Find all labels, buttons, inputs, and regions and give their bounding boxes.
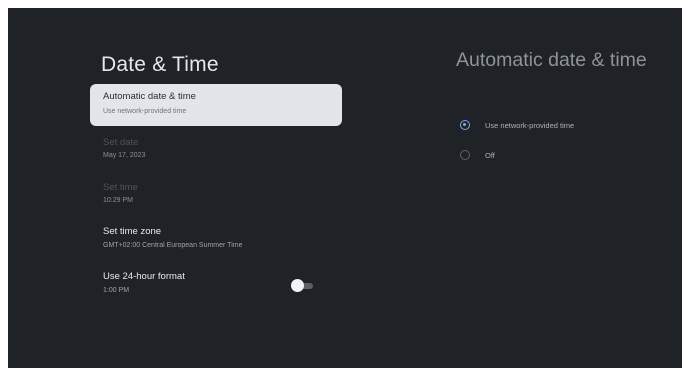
item-sublabel: Use network-provided time: [103, 108, 187, 115]
toggle-thumb: [291, 279, 304, 292]
option-label: Use network-provided time: [485, 121, 575, 130]
item-label: Set time: [103, 182, 138, 193]
automatic-date-time-item[interactable]: Automatic date & time Use network-provid…: [90, 84, 342, 126]
use-24-hour-format-item[interactable]: Use 24-hour format 1:00 PM: [90, 270, 342, 302]
item-label: Set time zone: [103, 226, 162, 237]
item-label: Use 24-hour format: [103, 271, 185, 282]
item-sublabel: 1:00 PM: [103, 287, 130, 294]
option-label: Off: [485, 151, 495, 160]
set-time-item[interactable]: Set time 10:29 PM: [90, 181, 342, 211]
item-sublabel: May 17, 2023: [103, 152, 146, 159]
detail-title: Automatic date & time: [456, 49, 647, 71]
item-label: Automatic date & time: [103, 91, 196, 102]
item-sublabel: 10:29 PM: [103, 197, 133, 204]
radio-unchecked-icon[interactable]: [460, 150, 470, 160]
page-title: Date & Time: [101, 53, 219, 76]
item-sublabel: GMT+02:00 Central European Summer Time: [103, 242, 243, 249]
item-label: Set date: [103, 137, 139, 148]
tv-settings-screen: Date & Time Automatic date & time Use ne…: [8, 8, 682, 368]
radio-checked-icon[interactable]: [460, 120, 470, 130]
24-hour-format-toggle[interactable]: [291, 279, 315, 293]
set-time-zone-item[interactable]: Set time zone GMT+02:00 Central European…: [90, 225, 342, 255]
set-date-item[interactable]: Set date May 17, 2023: [90, 136, 342, 166]
